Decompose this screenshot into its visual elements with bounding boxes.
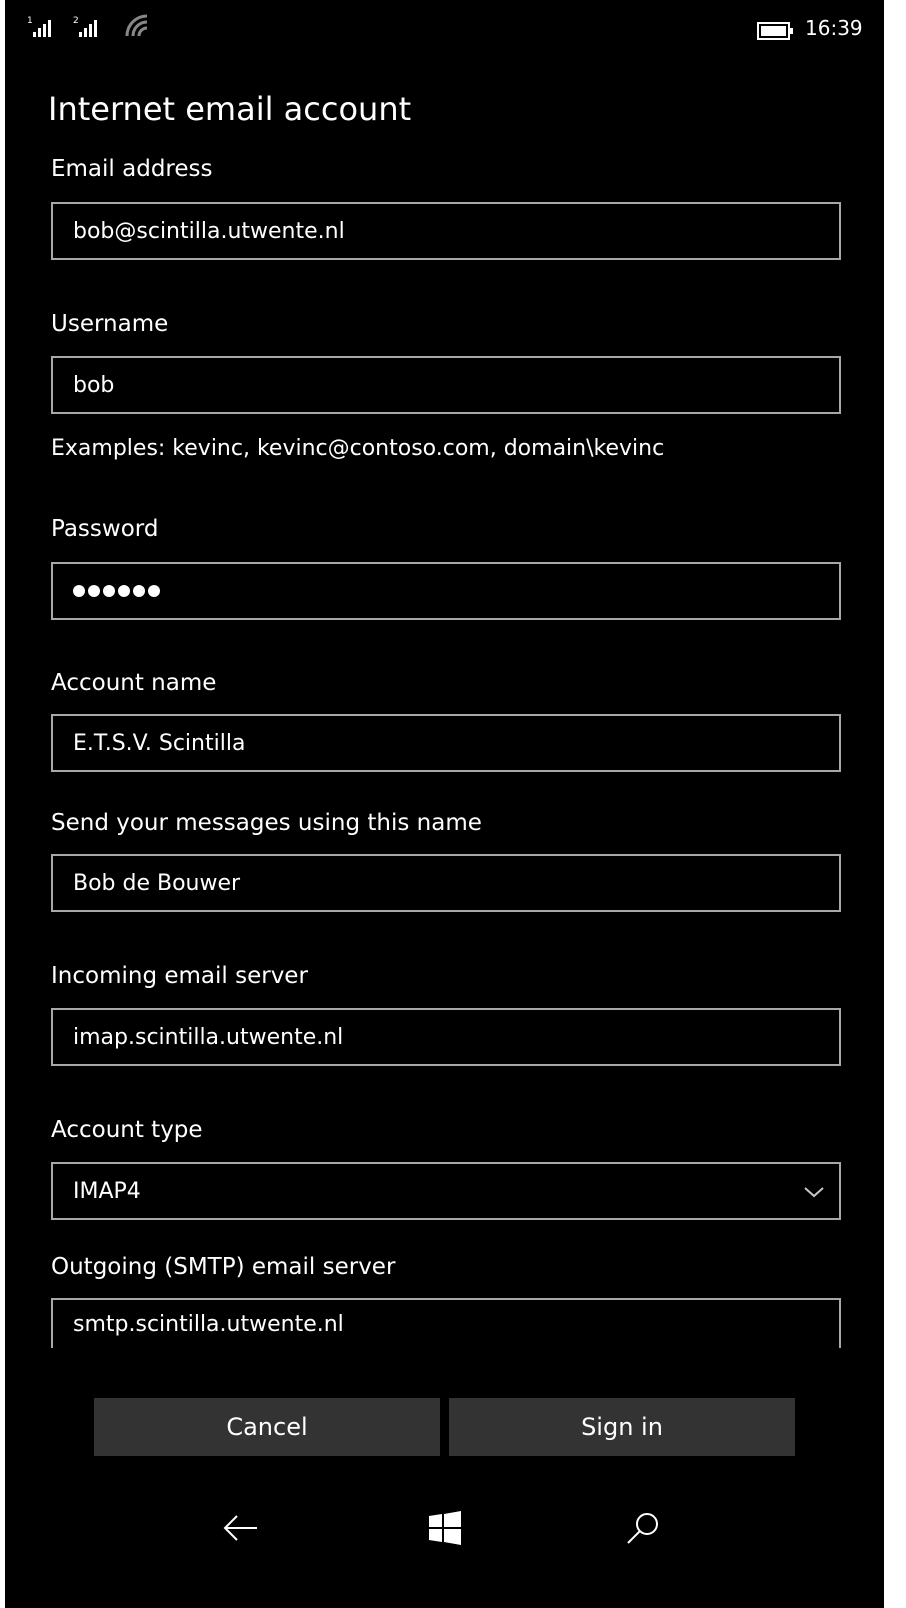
battery-icon <box>757 22 795 44</box>
sim1-number: 1 <box>27 16 33 26</box>
signal-icon-sim2: 2 <box>73 14 103 38</box>
password-dot <box>133 585 145 597</box>
email-field[interactable]: bob@scintilla.utwente.nl <box>51 202 841 260</box>
outgoing-server-value: smtp.scintilla.utwente.nl <box>73 1311 344 1337</box>
outgoing-server-label: Outgoing (SMTP) email server <box>51 1254 396 1280</box>
email-value: bob@scintilla.utwente.nl <box>73 218 345 244</box>
password-label: Password <box>51 516 159 542</box>
wifi-icon <box>123 12 153 38</box>
username-label: Username <box>51 311 169 337</box>
phone-screen: 1 2 16:39 Internet email account Email a… <box>5 0 884 1608</box>
status-bar: 1 2 16:39 <box>5 0 884 62</box>
send-name-label: Send your messages using this name <box>51 810 482 836</box>
cancel-button[interactable]: Cancel <box>94 1398 440 1456</box>
chevron-down-icon <box>803 1180 825 1205</box>
page-title: Internet email account <box>48 90 412 128</box>
username-field[interactable]: bob <box>51 356 841 414</box>
send-name-value: Bob de Bouwer <box>73 870 241 896</box>
sim2-number: 2 <box>73 16 79 26</box>
password-dot <box>148 585 160 597</box>
send-name-field[interactable]: Bob de Bouwer <box>51 854 841 912</box>
navigation-bar <box>5 1498 884 1568</box>
incoming-server-value: imap.scintilla.utwente.nl <box>73 1024 344 1050</box>
search-icon[interactable] <box>613 1498 673 1558</box>
password-masked-value <box>73 585 160 597</box>
account-type-select[interactable]: IMAP4 <box>51 1162 841 1220</box>
email-label: Email address <box>51 156 213 182</box>
account-name-label: Account name <box>51 670 217 696</box>
username-hint: Examples: kevinc, kevinc@contoso.com, do… <box>51 436 665 461</box>
status-time: 16:39 <box>805 16 863 40</box>
username-value: bob <box>73 372 115 398</box>
incoming-server-label: Incoming email server <box>51 963 308 989</box>
password-field[interactable] <box>51 562 841 620</box>
outgoing-server-field[interactable]: smtp.scintilla.utwente.nl <box>51 1298 841 1348</box>
password-dot <box>118 585 130 597</box>
incoming-server-field[interactable]: imap.scintilla.utwente.nl <box>51 1008 841 1066</box>
windows-logo-icon[interactable] <box>415 1498 475 1558</box>
account-name-field[interactable]: E.T.S.V. Scintilla <box>51 714 841 772</box>
account-type-value: IMAP4 <box>73 1178 141 1204</box>
back-arrow-icon[interactable] <box>211 1498 271 1558</box>
signal-icon-sim1: 1 <box>27 14 57 38</box>
account-name-value: E.T.S.V. Scintilla <box>73 730 246 756</box>
sign-in-button[interactable]: Sign in <box>449 1398 795 1456</box>
password-dot <box>73 585 85 597</box>
password-dot <box>103 585 115 597</box>
password-dot <box>88 585 100 597</box>
account-type-label: Account type <box>51 1117 203 1143</box>
